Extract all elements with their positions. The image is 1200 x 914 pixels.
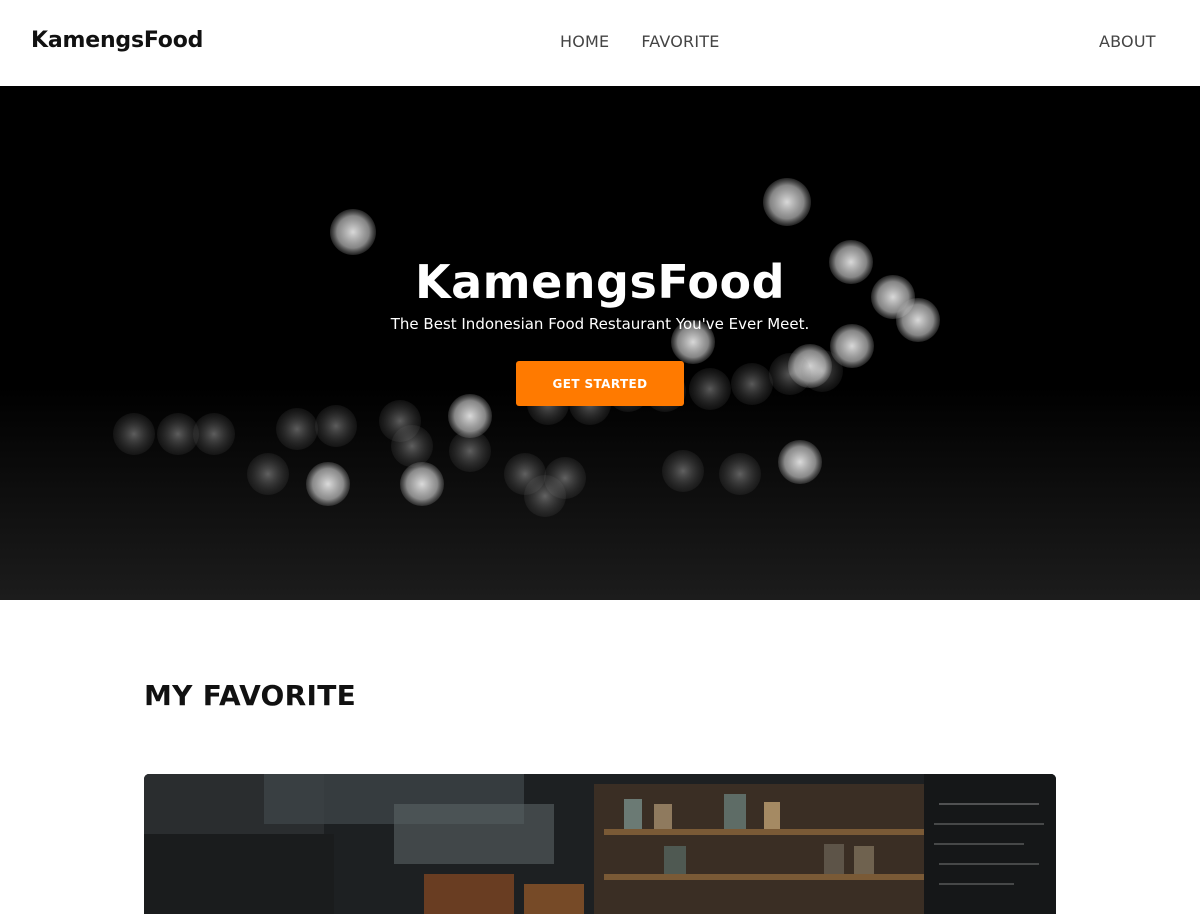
navbar: KamengsFood HOME FAVORITE ABOUT	[0, 0, 1200, 86]
get-started-button[interactable]: GET STARTED	[516, 361, 684, 406]
nav-link-about[interactable]: ABOUT	[1099, 32, 1156, 51]
restaurant-photo	[144, 774, 1056, 914]
nav-link-home[interactable]: HOME	[560, 32, 609, 51]
favorite-section-title: MY FAVORITE	[144, 679, 357, 712]
hero-bokeh-background	[0, 178, 1200, 600]
brand-logo[interactable]: KamengsFood	[31, 28, 203, 53]
nav-link-favorite[interactable]: FAVORITE	[641, 32, 719, 51]
hero-title: KamengsFood	[414, 255, 786, 309]
favorite-card-image[interactable]	[144, 774, 1056, 914]
hero-subtitle: The Best Indonesian Food Restaurant You'…	[390, 315, 810, 333]
hero-section: KamengsFood The Best Indonesian Food Res…	[0, 86, 1200, 600]
main-nav: HOME FAVORITE	[560, 32, 720, 51]
